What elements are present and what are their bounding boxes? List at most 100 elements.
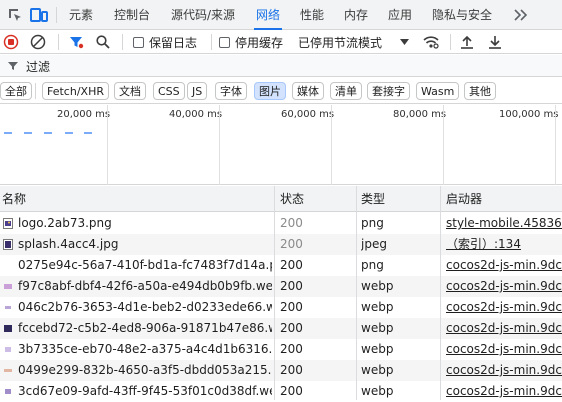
request-bar: [84, 132, 92, 134]
request-type: png: [361, 258, 384, 272]
request-status: 200: [280, 279, 303, 293]
column-header-type[interactable]: 类型: [361, 186, 385, 212]
request-name: 3b7335ce-eb70-48e2-a375-a4c4d1b6316.webp: [18, 342, 272, 356]
column-divider[interactable]: [440, 186, 441, 400]
request-status: 200: [280, 384, 303, 398]
table-row[interactable]: 0275e94c-56a7-410f-bd1a-fc7483f7d14a.png…: [0, 255, 562, 276]
request-initiator-link[interactable]: cocos2d-js-min.9dca.js: [446, 255, 562, 276]
request-name: 3cd67e09-9afd-43ff-9f45-53f01c0d38df.web…: [18, 384, 272, 398]
toolbar-divider: [56, 7, 57, 23]
clear-icon[interactable]: [30, 33, 46, 51]
type-filter-fetch-xhr[interactable]: Fetch/XHR: [42, 82, 109, 100]
type-filter-font[interactable]: 字体: [215, 82, 247, 100]
toolbar-divider: [450, 34, 451, 50]
type-filter-wasm[interactable]: Wasm: [416, 82, 460, 100]
request-initiator-link[interactable]: cocos2d-js-min.9dca.js: [446, 276, 562, 297]
toolbar-divider: [58, 34, 59, 50]
request-name: f97c8abf-dbf4-42f6-a50a-e494db0b9fb.webp: [18, 279, 272, 293]
type-filter-all[interactable]: 全部: [0, 82, 32, 100]
request-name: 046c2b76-3653-4d1e-beb2-d0233ede66.webp: [18, 300, 272, 314]
column-header-status[interactable]: 状态: [280, 186, 304, 212]
filter-input[interactable]: 过滤: [7, 57, 50, 75]
filter-funnel-icon: [8, 62, 18, 70]
tab-network[interactable]: 网络: [253, 0, 283, 30]
type-filter-socket[interactable]: 套接字: [367, 82, 410, 100]
timeline-gridline: [219, 105, 220, 185]
request-name: 0275e94c-56a7-410f-bd1a-fc7483f7d14a.png: [18, 258, 272, 272]
record-icon[interactable]: [3, 33, 19, 51]
table-row[interactable]: logo.2ab73.png 200 png style-mobile.4583…: [0, 213, 562, 234]
table-row[interactable]: fccebd72-c5b2-4ed8-906a-91871b47e86.webp…: [0, 318, 562, 339]
table-row[interactable]: 046c2b76-3653-4d1e-beb2-d0233ede66.webp …: [0, 297, 562, 318]
throttling-select[interactable]: 已停用节流模式: [298, 33, 410, 51]
dropdown-icon: [400, 39, 410, 45]
timeline-tick-label: 80,000 ms: [393, 109, 447, 120]
table-row[interactable]: 3b7335ce-eb70-48e2-a375-a4c4d1b6316.webp…: [0, 339, 562, 360]
timeline-gridline: [107, 105, 108, 185]
network-toolbar: 保留日志 停用缓存 已停用节流模式: [0, 30, 562, 54]
upload-icon[interactable]: [459, 33, 475, 51]
table-row[interactable]: 0499e299-832b-4650-a3f5-dbdd053a215.webp…: [0, 360, 562, 381]
checkbox-box[interactable]: [133, 36, 144, 48]
column-header-name[interactable]: 名称: [2, 186, 26, 212]
toolbar-divider: [122, 34, 123, 50]
type-filter-manifest[interactable]: 清单: [330, 82, 362, 100]
device-toolbar-icon[interactable]: [30, 6, 48, 24]
disable-cache-checkbox[interactable]: 停用缓存: [219, 33, 283, 51]
type-filter-img[interactable]: 图片: [254, 82, 286, 100]
tab-elements[interactable]: 元素: [69, 0, 93, 30]
filter-bar: 过滤: [0, 55, 562, 77]
request-type: webp: [361, 321, 394, 335]
request-initiator-link[interactable]: style-mobile.45836.css: [446, 213, 562, 234]
timeline-gridline: [555, 105, 556, 185]
request-status: 200: [280, 258, 303, 272]
request-initiator-link[interactable]: cocos2d-js-min.9dca.js: [446, 297, 562, 318]
inspect-element-icon[interactable]: [6, 6, 24, 24]
tab-console[interactable]: 控制台: [114, 0, 150, 30]
table-row[interactable]: f97c8abf-dbf4-42f6-a50a-e494db0b9fb.webp…: [0, 276, 562, 297]
tab-application[interactable]: 应用: [388, 0, 412, 30]
download-icon[interactable]: [487, 33, 503, 51]
chip-divider: [35, 83, 36, 99]
tab-privacy-security[interactable]: 隐私与安全: [432, 0, 492, 30]
search-icon[interactable]: [95, 33, 111, 51]
network-conditions-icon[interactable]: [422, 33, 440, 51]
table-row[interactable]: 3cd67e09-9afd-43ff-9f45-53f01c0d38df.web…: [0, 381, 562, 402]
preserve-log-checkbox[interactable]: 保留日志: [133, 33, 197, 51]
request-type: webp: [361, 342, 394, 356]
request-status: 200: [280, 363, 303, 377]
type-filter-doc[interactable]: 文档: [114, 82, 146, 100]
timeline-tick-label: 100,000 ms: [499, 109, 559, 120]
type-filter-css[interactable]: CSS: [153, 82, 185, 100]
column-divider[interactable]: [356, 186, 357, 400]
request-status: 200: [280, 321, 303, 335]
type-filter-js[interactable]: JS: [187, 82, 208, 100]
checkbox-box[interactable]: [219, 36, 230, 48]
column-header-initiator[interactable]: 启动器: [446, 186, 482, 212]
table-row[interactable]: splash.4acc4.jpg 200 jpeg （索引）:134: [0, 234, 562, 255]
request-bar: [4, 132, 12, 134]
timeline-gridline: [443, 105, 444, 185]
timeline-tick-label: 20,000 ms: [57, 109, 111, 120]
request-initiator-link[interactable]: cocos2d-js-min.9dca.js: [446, 339, 562, 360]
request-status: 200: [280, 300, 303, 314]
request-status: 200: [280, 216, 303, 230]
request-initiator-link[interactable]: （索引）:134: [446, 234, 562, 255]
request-name: fccebd72-c5b2-4ed8-906a-91871b47e86.webp: [18, 321, 272, 335]
preserve-log-label: 保留日志: [149, 35, 198, 50]
more-tabs-icon[interactable]: [512, 6, 530, 24]
overview-timeline[interactable]: 20,000 ms 40,000 ms 60,000 ms 80,000 ms …: [0, 105, 562, 185]
tab-memory[interactable]: 内存: [344, 0, 368, 30]
tab-performance[interactable]: 性能: [300, 0, 324, 30]
timeline-tick-label: 40,000 ms: [169, 109, 223, 120]
request-initiator-link[interactable]: cocos2d-js-min.9dca.js: [446, 360, 562, 381]
type-filter-other[interactable]: 其他: [464, 82, 496, 100]
request-name: 0499e299-832b-4650-a3f5-dbdd053a215.webp: [18, 363, 272, 377]
column-divider[interactable]: [274, 186, 275, 400]
type-filter-media[interactable]: 媒体: [292, 82, 324, 100]
tab-sources[interactable]: 源代码/来源: [171, 0, 235, 30]
request-initiator-link[interactable]: cocos2d-js-min.9dca.js: [446, 381, 562, 402]
filter-icon[interactable]: [68, 33, 84, 51]
request-bar: [44, 132, 52, 134]
request-initiator-link[interactable]: cocos2d-js-min.9dca.js: [446, 318, 562, 339]
